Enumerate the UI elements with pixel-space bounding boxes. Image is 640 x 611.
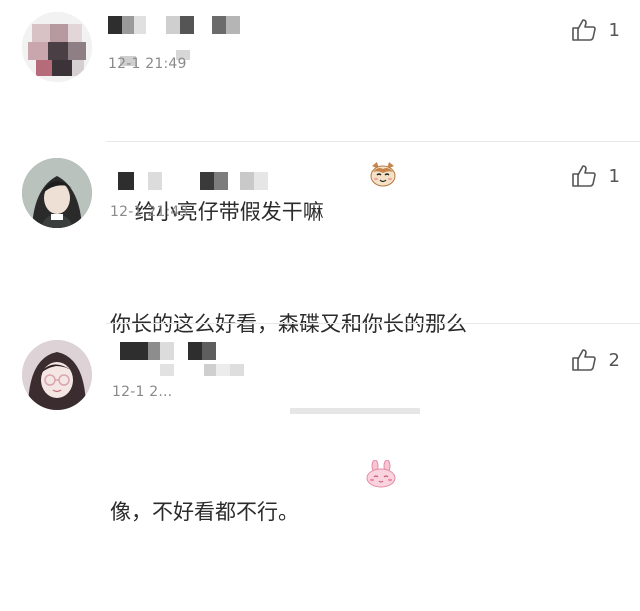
avatar[interactable]: [22, 12, 92, 82]
like-count: 1: [608, 19, 620, 41]
comment-text: 你长的这么好看，森碟又和你长的那么 像，不好看都不行。: [110, 232, 467, 611]
thumbs-up-icon: [571, 165, 596, 187]
comment-item: 12-1 2... 2: [0, 324, 640, 414]
comment-item: 12-1 21:43 你长的这么好看，森碟又和你长的那么 像，不好看都不行。 1: [0, 142, 640, 524]
comment-text-line: 像，不好看都不行。: [110, 500, 299, 524]
pink-bunny-emoji: [311, 423, 398, 537]
timestamp: 12-1 21:43: [110, 204, 189, 220]
username-obscure-row-2: [160, 364, 244, 376]
like-button[interactable]: 1: [571, 164, 620, 188]
comment-text-line-2: 像，不好看都不行。: [110, 423, 467, 537]
comment-item: 12-1 21:49 给小亮仔带假发干嘛 1: [0, 0, 640, 224]
like-button[interactable]: 2: [571, 348, 620, 372]
username-obscured[interactable]: [118, 172, 268, 190]
avatar[interactable]: [22, 158, 92, 228]
avatar-portrait: [22, 158, 92, 228]
bottom-obscure-block: [290, 408, 420, 414]
thumbs-up-icon: [571, 349, 596, 371]
avatar-portrait: [22, 340, 92, 410]
timestamp: 12-1 21:49: [108, 56, 187, 72]
thumbs-up-icon: [571, 19, 596, 41]
timestamp: 12-1 2...: [112, 384, 173, 400]
username-obscured[interactable]: [108, 16, 240, 34]
like-count: 2: [608, 349, 620, 371]
avatar-mosaic: [22, 12, 92, 82]
like-button[interactable]: 1: [571, 18, 620, 42]
like-count: 1: [608, 165, 620, 187]
username-obscured[interactable]: [120, 342, 216, 360]
avatar[interactable]: [22, 340, 92, 410]
